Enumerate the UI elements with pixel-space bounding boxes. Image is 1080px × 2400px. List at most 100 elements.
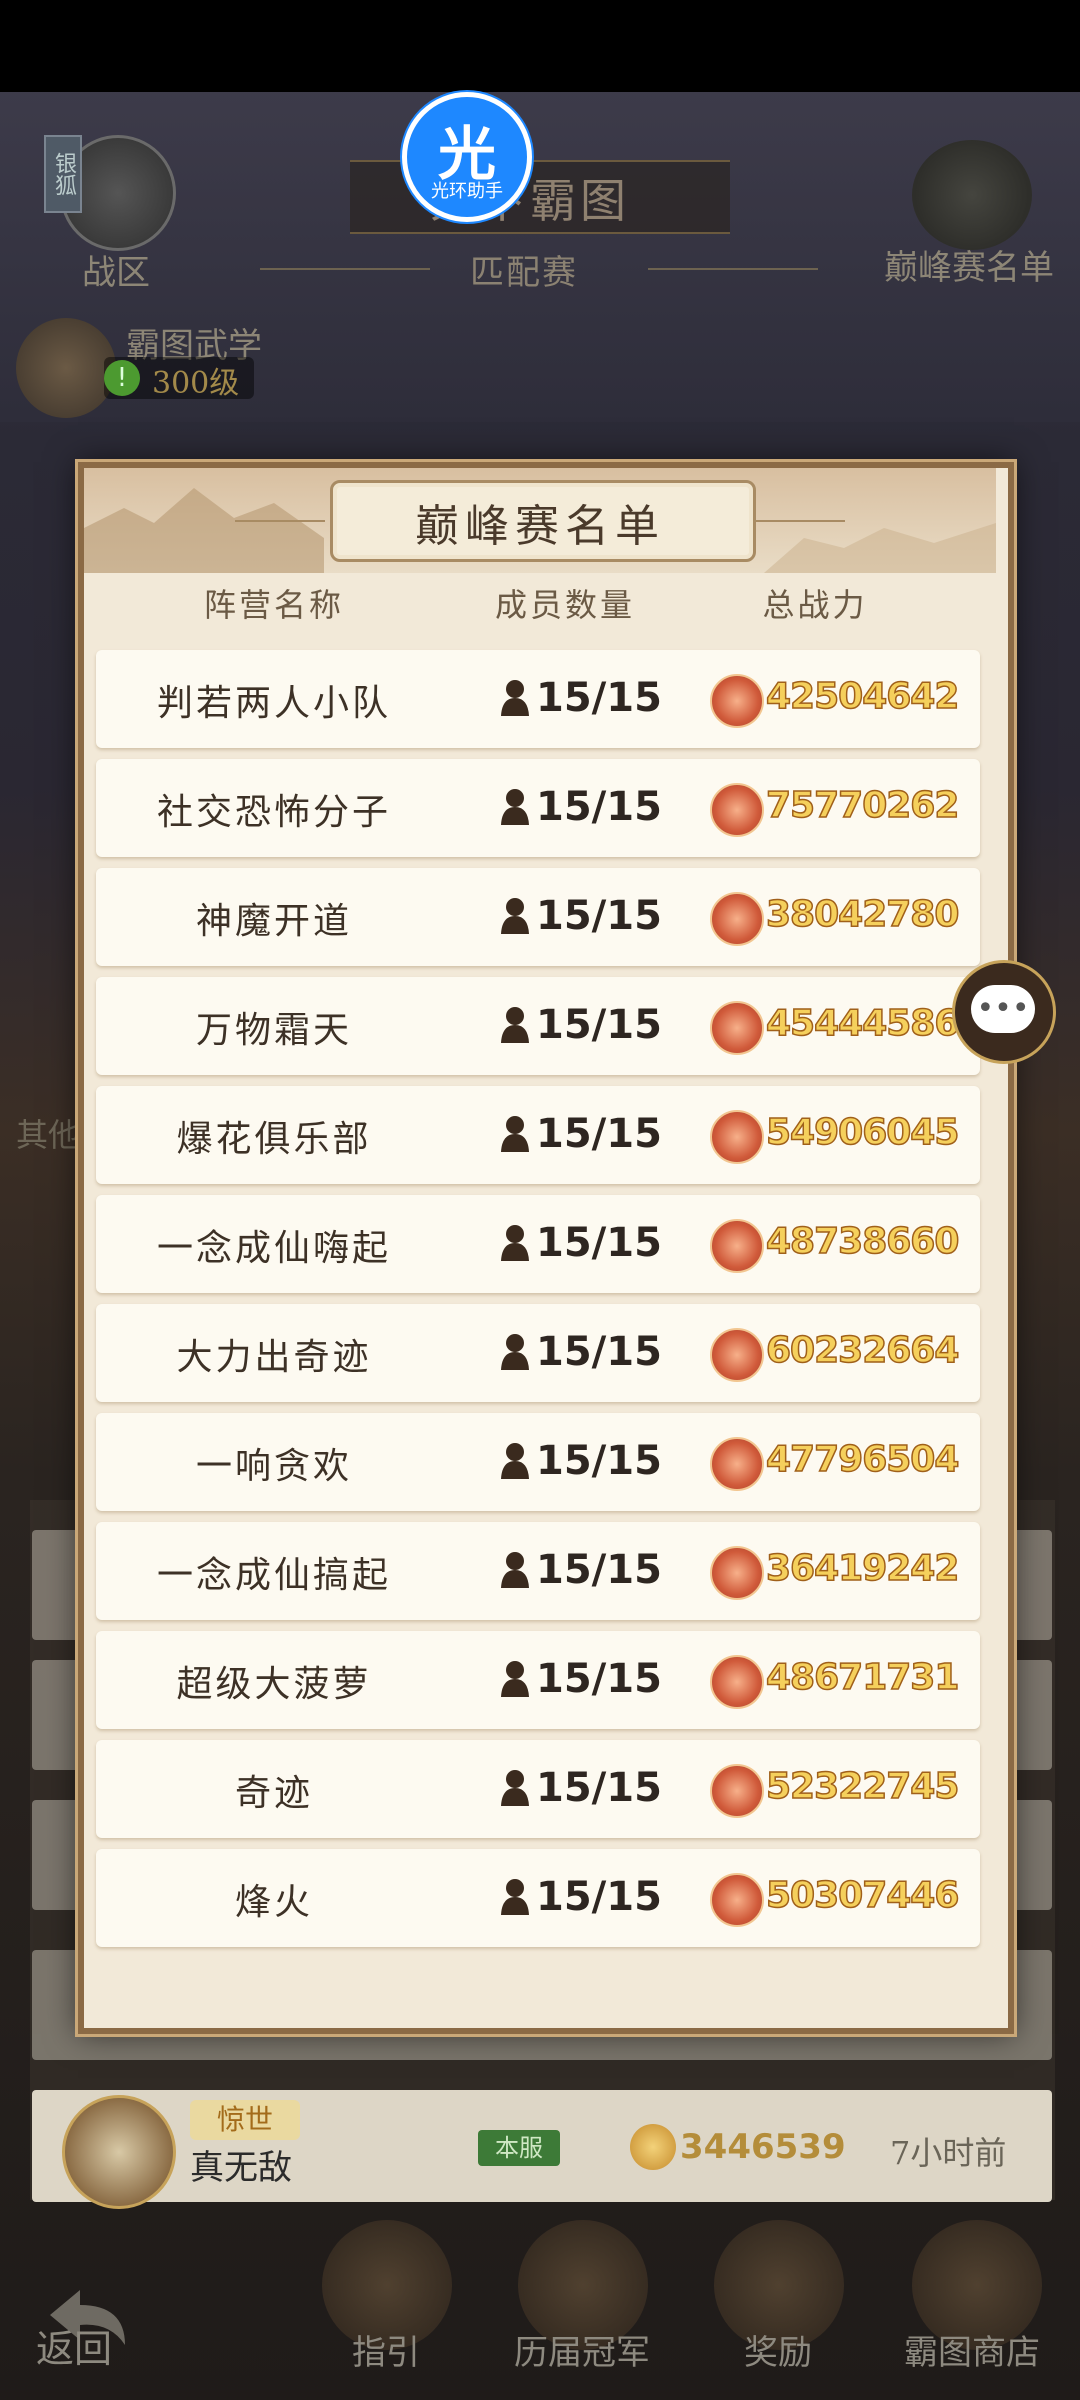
table-row[interactable]: 一响贪欢 15/15 47796504 <box>96 1413 980 1511</box>
total-power: 75770262 <box>765 784 960 827</box>
team-name: 神魔开道 <box>195 901 352 942</box>
zone-tag: 银狐 <box>44 135 82 213</box>
member-icon <box>501 1770 529 1806</box>
team-name: 社交恐怖分子 <box>156 792 391 833</box>
power-icon <box>710 1655 764 1709</box>
member-icon <box>501 680 529 716</box>
avatar[interactable] <box>62 2095 176 2209</box>
peak-list-label: 巅峰赛名单 <box>884 248 1054 288</box>
table-row[interactable]: 神魔开道 15/15 38042780 <box>96 868 980 966</box>
divider <box>648 268 818 270</box>
team-name: 一念成仙嗨起 <box>156 1228 391 1269</box>
member-count: 15/15 <box>536 1220 662 1266</box>
member-count: 15/15 <box>536 1329 662 1375</box>
total-power: 60232664 <box>765 1329 960 1372</box>
team-name: 爆花俱乐部 <box>176 1119 372 1160</box>
wuxue-level: 300级 <box>152 366 240 401</box>
member-count: 15/15 <box>536 1111 662 1157</box>
power-icon <box>710 1546 764 1600</box>
table-row[interactable]: 大力出奇迹 15/15 60232664 <box>96 1304 980 1402</box>
member-icon <box>501 1007 529 1043</box>
total-power: 38042780 <box>765 893 960 936</box>
member-icon <box>501 1552 529 1588</box>
total-power: 47796504 <box>765 1438 960 1481</box>
member-count: 15/15 <box>536 1438 662 1484</box>
table-row[interactable]: 奇迹 15/15 52322745 <box>96 1740 980 1838</box>
champions-button[interactable]: 历届冠军 <box>514 2325 650 2374</box>
power-icon <box>710 1764 764 1818</box>
status-bar <box>0 0 1080 92</box>
member-icon <box>501 1661 529 1697</box>
power-icon <box>710 1328 764 1382</box>
table-row[interactable]: 万物霜天 15/15 45444586 <box>96 977 980 1075</box>
shop-button[interactable]: 霸图商店 <box>904 2325 1040 2374</box>
power-icon <box>710 783 764 837</box>
server-badge: 本服 <box>478 2130 560 2166</box>
table-row[interactable]: 一念成仙搞起 15/15 36419242 <box>96 1522 980 1620</box>
title-wing-left <box>235 520 325 522</box>
column-header-power: 总战力 <box>762 586 868 624</box>
total-power: 45444586 <box>765 1002 960 1045</box>
title-badge: 惊世 <box>190 2100 300 2140</box>
power-icon <box>710 892 764 946</box>
total-power: 48738660 <box>765 1220 960 1263</box>
helper-app-badge[interactable]: 光 光环助手 <box>402 92 532 222</box>
team-name: 大力出奇迹 <box>176 1337 372 1378</box>
match-type-label: 匹配赛 <box>470 253 578 293</box>
total-power: 36419242 <box>765 1547 960 1590</box>
team-name: 万物霜天 <box>195 1010 352 1051</box>
rewards-button[interactable]: 奖励 <box>744 2325 812 2374</box>
member-icon <box>501 1443 529 1479</box>
table-row[interactable]: 烽火 15/15 50307446 <box>96 1849 980 1947</box>
flag-icon[interactable] <box>912 140 1032 250</box>
member-icon <box>501 1879 529 1915</box>
member-icon <box>501 898 529 934</box>
total-power: 52322745 <box>765 1765 960 1808</box>
member-count: 15/15 <box>536 675 662 721</box>
alert-icon: ! <box>104 360 140 396</box>
helper-badge-caption: 光环助手 <box>431 181 503 202</box>
side-tab-label[interactable]: 其他 <box>16 1110 80 1156</box>
member-icon <box>501 789 529 825</box>
guide-button[interactable]: 指引 <box>352 2325 420 2374</box>
power-icon <box>710 1110 764 1164</box>
total-power: 42504642 <box>765 675 960 718</box>
power-icon <box>710 1437 764 1491</box>
player-time: 7小时前 <box>890 2134 1007 2172</box>
team-name: 一响贪欢 <box>195 1446 352 1487</box>
power-icon <box>710 1001 764 1055</box>
chat-button[interactable]: ••• <box>952 960 1056 1064</box>
back-button[interactable]: 返回 <box>36 2318 112 2373</box>
member-icon <box>501 1334 529 1370</box>
member-count: 15/15 <box>536 893 662 939</box>
modal-title: 巅峰赛名单 <box>415 501 665 552</box>
table-row[interactable]: 一念成仙嗨起 15/15 48738660 <box>96 1195 980 1293</box>
team-name: 超级大菠萝 <box>176 1664 372 1705</box>
power-icon <box>710 1219 764 1273</box>
table-row[interactable]: 判若两人小队 15/15 42504642 <box>96 650 980 748</box>
member-icon <box>501 1225 529 1261</box>
table-row[interactable]: 爆花俱乐部 15/15 54906045 <box>96 1086 980 1184</box>
table-row[interactable]: 社交恐怖分子 15/15 75770262 <box>96 759 980 857</box>
power-icon <box>710 1873 764 1927</box>
total-power: 50307446 <box>765 1874 960 1917</box>
team-name: 奇迹 <box>234 1773 313 1814</box>
table-row[interactable]: 超级大菠萝 15/15 48671731 <box>96 1631 980 1729</box>
member-icon <box>501 1116 529 1152</box>
column-header-name: 阵营名称 <box>203 586 344 624</box>
member-count: 15/15 <box>536 1765 662 1811</box>
team-name: 烽火 <box>234 1882 313 1923</box>
team-name: 判若两人小队 <box>156 683 391 724</box>
total-power: 48671731 <box>765 1656 960 1699</box>
power-icon <box>710 674 764 728</box>
power-icon <box>630 2124 676 2170</box>
column-header-members: 成员数量 <box>494 586 635 624</box>
player-power: 3446539 <box>680 2127 846 2167</box>
member-count: 15/15 <box>536 784 662 830</box>
member-count: 15/15 <box>536 1002 662 1048</box>
zone-label: 战区 <box>82 253 150 293</box>
scroll-icon[interactable] <box>16 318 116 418</box>
divider <box>260 268 430 270</box>
member-count: 15/15 <box>536 1547 662 1593</box>
title-wing-right <box>755 520 845 522</box>
